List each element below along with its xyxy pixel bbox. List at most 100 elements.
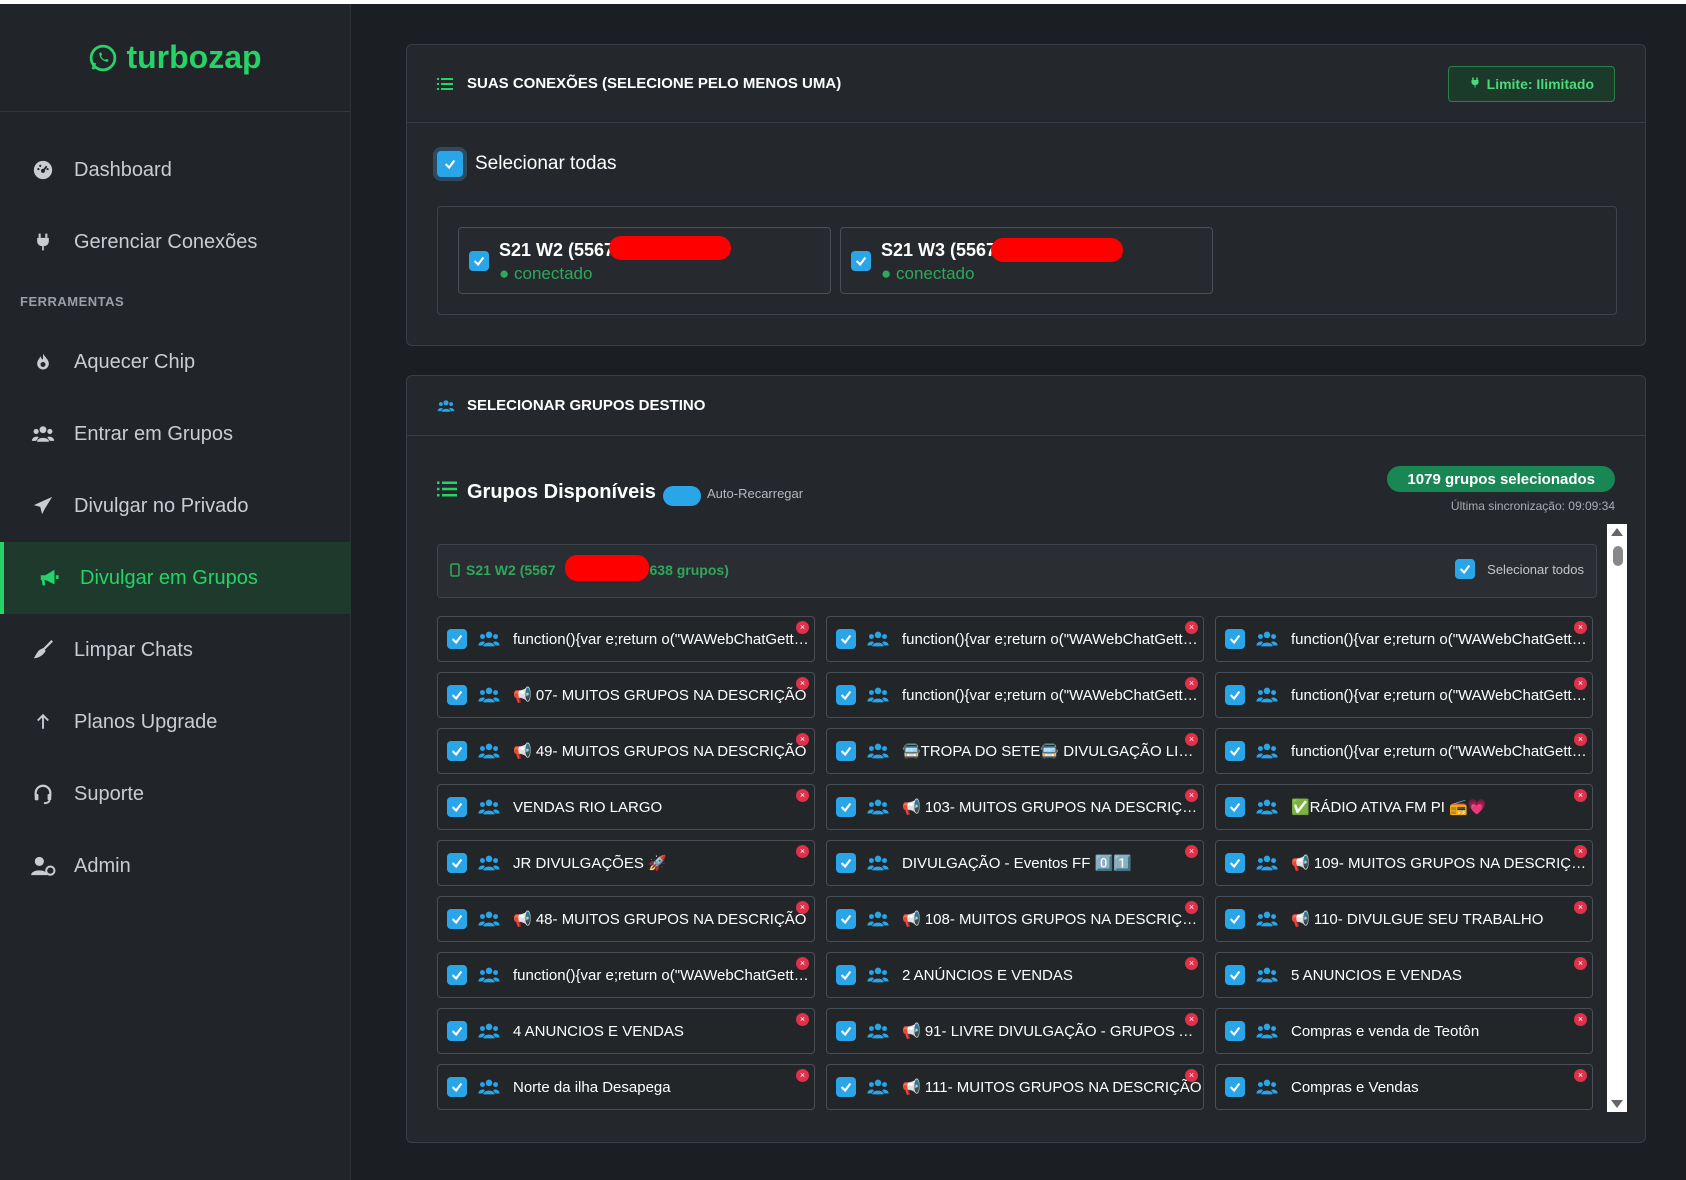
- select-all-checkbox[interactable]: [437, 151, 463, 177]
- remove-icon[interactable]: ×: [1574, 1013, 1587, 1026]
- scroll-thumb[interactable]: [1613, 546, 1623, 566]
- group-checkbox[interactable]: [447, 1021, 467, 1041]
- group-item[interactable]: VENDAS RIO LARGO ×: [437, 784, 815, 830]
- group-checkbox[interactable]: [836, 1077, 856, 1097]
- remove-icon[interactable]: ×: [796, 1013, 809, 1026]
- remove-icon[interactable]: ×: [1574, 1069, 1587, 1082]
- group-checkbox[interactable]: [447, 909, 467, 929]
- group-item[interactable]: Norte da ilha Desapega ×: [437, 1064, 815, 1110]
- remove-icon[interactable]: ×: [796, 901, 809, 914]
- group-item[interactable]: 📢 07- MUITOS GRUPOS NA DESCRIÇÃO ×: [437, 672, 815, 718]
- remove-icon[interactable]: ×: [1574, 845, 1587, 858]
- group-checkbox[interactable]: [1225, 685, 1245, 705]
- group-item[interactable]: 📢 48- MUITOS GRUPOS NA DESCRIÇÃO ×: [437, 896, 815, 942]
- group-item[interactable]: function(){var e;return o("WAWebChatGett…: [826, 616, 1204, 662]
- group-checkbox[interactable]: [836, 685, 856, 705]
- sidebar-item-entrar-em-grupos[interactable]: Entrar em Grupos: [0, 398, 351, 470]
- remove-icon[interactable]: ×: [1185, 1069, 1198, 1082]
- scroll-down-arrow[interactable]: [1611, 1100, 1623, 1108]
- sidebar-item-dashboard[interactable]: Dashboard: [0, 134, 351, 206]
- select-all-groups[interactable]: Selecionar todos: [1455, 559, 1584, 579]
- group-checkbox[interactable]: [836, 853, 856, 873]
- group-item[interactable]: 📢 91- LIVRE DIVULGAÇÃO - GRUPOS ATIVOS ×: [826, 1008, 1204, 1054]
- group-checkbox[interactable]: [447, 965, 467, 985]
- remove-icon[interactable]: ×: [1574, 677, 1587, 690]
- group-checkbox[interactable]: [447, 853, 467, 873]
- remove-icon[interactable]: ×: [1185, 845, 1198, 858]
- group-checkbox[interactable]: [836, 965, 856, 985]
- remove-icon[interactable]: ×: [1185, 621, 1198, 634]
- remove-icon[interactable]: ×: [796, 677, 809, 690]
- remove-icon[interactable]: ×: [1185, 1013, 1198, 1026]
- remove-icon[interactable]: ×: [1185, 957, 1198, 970]
- remove-icon[interactable]: ×: [1185, 789, 1198, 802]
- group-item[interactable]: Compras e Vendas ×: [1215, 1064, 1593, 1110]
- sidebar-item-planos-upgrade[interactable]: Planos Upgrade: [0, 686, 351, 758]
- group-checkbox[interactable]: [447, 685, 467, 705]
- remove-icon[interactable]: ×: [796, 1069, 809, 1082]
- scrollbar[interactable]: [1607, 524, 1627, 1112]
- group-item[interactable]: function(){var e;return o("WAWebChatGett…: [1215, 728, 1593, 774]
- select-all-groups-checkbox[interactable]: [1455, 559, 1476, 579]
- group-checkbox[interactable]: [836, 909, 856, 929]
- group-item[interactable]: function(){var e;return o("WAWebChatGett…: [437, 616, 815, 662]
- connection-card[interactable]: S21 W3 (5567 ● conectado: [840, 227, 1213, 294]
- group-item[interactable]: function(){var e;return o("WAWebChatGett…: [826, 672, 1204, 718]
- group-item[interactable]: 📢 103- MUITOS GRUPOS NA DESCRIÇÃO ×: [826, 784, 1204, 830]
- group-checkbox[interactable]: [836, 629, 856, 649]
- group-checkbox[interactable]: [1225, 797, 1245, 817]
- group-item[interactable]: 2 ANÚNCIOS E VENDAS ×: [826, 952, 1204, 998]
- group-item[interactable]: function(){var e;return o("WAWebChatGett…: [1215, 672, 1593, 718]
- scroll-up-arrow[interactable]: [1611, 528, 1623, 536]
- remove-icon[interactable]: ×: [1574, 901, 1587, 914]
- group-checkbox[interactable]: [1225, 1021, 1245, 1041]
- brand-logo[interactable]: turbozap: [0, 4, 350, 112]
- group-checkbox[interactable]: [836, 797, 856, 817]
- group-item[interactable]: function(){var e;return o("WAWebChatGett…: [437, 952, 815, 998]
- group-item[interactable]: 📢 108- MUITOS GRUPOS NA DESCRIÇÃO ×: [826, 896, 1204, 942]
- remove-icon[interactable]: ×: [796, 733, 809, 746]
- group-checkbox[interactable]: [447, 741, 467, 761]
- group-item[interactable]: DIVULGAÇÃO - Eventos FF 0️⃣1️⃣ ×: [826, 840, 1204, 886]
- group-item[interactable]: 📢 111- MUITOS GRUPOS NA DESCRIÇÃO ×: [826, 1064, 1204, 1110]
- group-item[interactable]: 🚍TROPA DO SETE🚍 DIVULGAÇÃO LIVRE ×: [826, 728, 1204, 774]
- group-checkbox[interactable]: [1225, 965, 1245, 985]
- sidebar-item-divulgar-no-privado[interactable]: Divulgar no Privado: [0, 470, 351, 542]
- group-item[interactable]: 📢 49- MUITOS GRUPOS NA DESCRIÇÃO ×: [437, 728, 815, 774]
- sidebar-item-limpar-chats[interactable]: Limpar Chats: [0, 614, 351, 686]
- remove-icon[interactable]: ×: [1574, 789, 1587, 802]
- group-checkbox[interactable]: [836, 741, 856, 761]
- remove-icon[interactable]: ×: [796, 789, 809, 802]
- remove-icon[interactable]: ×: [796, 957, 809, 970]
- remove-icon[interactable]: ×: [796, 845, 809, 858]
- sidebar-item-admin[interactable]: Admin: [0, 830, 351, 902]
- connection-checkbox[interactable]: [469, 251, 489, 271]
- remove-icon[interactable]: ×: [796, 621, 809, 634]
- group-item[interactable]: Compras e venda de Teotôn ×: [1215, 1008, 1593, 1054]
- group-checkbox[interactable]: [1225, 1077, 1245, 1097]
- sidebar-item-divulgar-em-grupos[interactable]: Divulgar em Grupos: [0, 542, 351, 614]
- group-item[interactable]: function(){var e;return o("WAWebChatGett…: [1215, 616, 1593, 662]
- remove-icon[interactable]: ×: [1185, 733, 1198, 746]
- group-checkbox[interactable]: [836, 1021, 856, 1041]
- connection-card[interactable]: S21 W2 (5567 ● conectado: [458, 227, 831, 294]
- group-checkbox[interactable]: [1225, 909, 1245, 929]
- group-item[interactable]: 📢 109- MUITOS GRUPOS NA DESCRIÇÃO ×: [1215, 840, 1593, 886]
- group-checkbox[interactable]: [1225, 629, 1245, 649]
- group-item[interactable]: 5 ANUNCIOS E VENDAS ×: [1215, 952, 1593, 998]
- sidebar-item-suporte[interactable]: Suporte: [0, 758, 351, 830]
- group-checkbox[interactable]: [1225, 741, 1245, 761]
- group-item[interactable]: 4 ANUNCIOS E VENDAS ×: [437, 1008, 815, 1054]
- group-checkbox[interactable]: [447, 797, 467, 817]
- select-all-connections[interactable]: Selecionar todas: [437, 151, 617, 177]
- group-item[interactable]: ✅RÁDIO ATIVA FM PI 📻💗 ×: [1215, 784, 1593, 830]
- connection-checkbox[interactable]: [851, 251, 871, 271]
- remove-icon[interactable]: ×: [1574, 621, 1587, 634]
- group-checkbox[interactable]: [447, 629, 467, 649]
- auto-reload-toggle[interactable]: [663, 486, 701, 506]
- group-item[interactable]: JR DIVULGAÇÕES 🚀 ×: [437, 840, 815, 886]
- remove-icon[interactable]: ×: [1574, 733, 1587, 746]
- group-checkbox[interactable]: [447, 1077, 467, 1097]
- sidebar-item-gerenciar-conexoes[interactable]: Gerenciar Conexões: [0, 206, 351, 278]
- remove-icon[interactable]: ×: [1574, 957, 1587, 970]
